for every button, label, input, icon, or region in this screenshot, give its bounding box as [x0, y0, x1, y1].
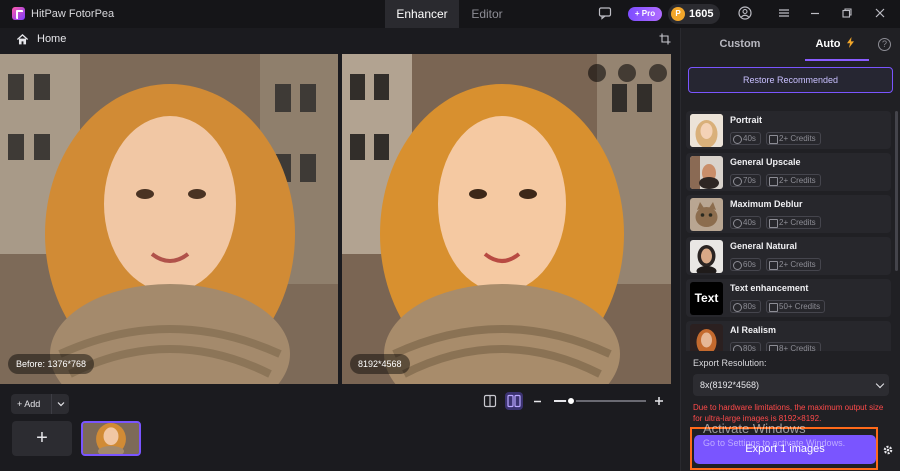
- lightning-icon: [846, 37, 854, 48]
- bottom-toolbar: + Add +: [0, 385, 680, 471]
- zoom-out-icon[interactable]: [533, 397, 542, 406]
- add-image-slot[interactable]: +: [12, 421, 72, 456]
- model-card-text-enhancement[interactable]: Text Text enhancement 80s 50+ Credits: [686, 279, 891, 317]
- text-thumbnail: Text: [690, 282, 723, 315]
- help-icon[interactable]: ?: [878, 38, 891, 51]
- add-button[interactable]: + Add: [11, 394, 69, 414]
- model-card-portrait[interactable]: Portrait 40s 2+ Credits: [686, 111, 891, 149]
- settings-sidebar: Custom Auto ? Restore Recommended Portra…: [680, 28, 900, 471]
- model-card-maximum-deblur[interactable]: Maximum Deblur 40s 2+ Credits: [686, 195, 891, 233]
- add-label: + Add: [17, 399, 41, 409]
- time-chip: 40s: [730, 132, 761, 145]
- thumbnail-photo: [83, 423, 139, 454]
- before-size-label: Before: 1376*768: [8, 354, 95, 374]
- model-card-general-upscale[interactable]: General Upscale 70s 2+ Credits: [686, 153, 891, 191]
- model-name: General Natural: [730, 241, 798, 251]
- resolution-select[interactable]: 8x(8192*4568): [693, 374, 889, 396]
- model-card-ai-realism[interactable]: AI Realism 80s 8+ Credits: [686, 321, 891, 351]
- model-name: AI Realism: [730, 325, 777, 335]
- upscale-thumbnail: [690, 156, 723, 189]
- zoom-slider[interactable]: [554, 396, 646, 406]
- portrait-photo-before: [0, 54, 338, 384]
- tab-auto-label: Auto: [815, 38, 841, 50]
- image-thumbnail[interactable]: [81, 421, 141, 456]
- model-name: General Upscale: [730, 157, 801, 167]
- credits-chip: 50+ Credits: [766, 300, 826, 313]
- before-image[interactable]: Before: 1376*768: [0, 54, 338, 384]
- pro-badge[interactable]: + Pro: [628, 7, 662, 21]
- after-size-label: 8192*4568: [350, 354, 410, 374]
- tab-custom[interactable]: Custom: [681, 28, 799, 61]
- credits-chip: 2+ Credits: [766, 258, 821, 271]
- tab-editor[interactable]: Editor: [459, 0, 515, 28]
- tab-enhancer[interactable]: Enhancer: [385, 0, 459, 28]
- credits-badge[interactable]: P 1605: [668, 4, 720, 24]
- thumbs-up-icon[interactable]: [588, 64, 606, 82]
- crop-icon[interactable]: [659, 33, 671, 45]
- credits-chip: 2+ Credits: [766, 216, 821, 229]
- credits-chip: 2+ Credits: [766, 132, 821, 145]
- user-icon[interactable]: [738, 6, 752, 20]
- gear-icon[interactable]: [882, 444, 894, 456]
- credits-chip: 8+ Credits: [766, 342, 821, 351]
- zoom-icon[interactable]: [649, 64, 667, 82]
- tab-auto[interactable]: Auto: [799, 28, 871, 61]
- time-chip: 70s: [730, 174, 761, 187]
- resolution-value: 8x(8192*4568): [700, 380, 760, 390]
- time-chip: 80s: [730, 342, 761, 351]
- model-name: Maximum Deblur: [730, 199, 803, 209]
- close-icon[interactable]: [873, 6, 887, 20]
- portrait-thumbnail: [690, 114, 723, 147]
- restore-recommended-button[interactable]: Restore Recommended: [688, 67, 893, 93]
- app-logo-icon: [12, 7, 25, 20]
- minimize-icon[interactable]: [808, 6, 822, 20]
- chat-icon[interactable]: [598, 6, 612, 20]
- add-dropdown[interactable]: [51, 394, 69, 414]
- thumbs-down-icon[interactable]: [618, 64, 636, 82]
- credits-count: 1605: [689, 8, 714, 20]
- natural-thumbnail: [690, 240, 723, 273]
- model-name: Text enhancement: [730, 283, 809, 293]
- home-icon[interactable]: [16, 33, 29, 46]
- credits-chip: 2+ Credits: [766, 174, 821, 187]
- zoom-in-icon[interactable]: [654, 396, 664, 406]
- tab-underline: [805, 59, 869, 61]
- chevron-down-icon: [875, 379, 885, 389]
- title-bar: HitPaw FotorPea Enhancer Editor + Pro P …: [0, 0, 900, 28]
- home-link[interactable]: Home: [37, 33, 66, 45]
- model-card-general-natural[interactable]: General Natural 60s 2+ Credits: [686, 237, 891, 275]
- realism-thumbnail: [690, 324, 723, 351]
- after-image[interactable]: 8192*4568: [342, 54, 671, 384]
- time-chip: 80s: [730, 300, 761, 313]
- split-view-icon: [507, 394, 521, 408]
- export-resolution-label: Export Resolution:: [693, 358, 767, 368]
- single-view-icon[interactable]: [481, 392, 499, 410]
- model-list: Portrait 40s 2+ Credits General Upscale …: [686, 111, 896, 351]
- portrait-photo-after: [342, 54, 671, 384]
- time-chip: 60s: [730, 258, 761, 271]
- time-chip: 40s: [730, 216, 761, 229]
- model-name: Portrait: [730, 115, 763, 125]
- split-view-button[interactable]: [505, 392, 523, 410]
- chevron-down-icon: [57, 402, 65, 407]
- zoom-slider-handle[interactable]: [565, 396, 576, 406]
- activate-windows-hint: Go to Settings to activate Windows.: [703, 438, 846, 448]
- activate-windows-watermark: Activate Windows: [703, 421, 806, 436]
- app-name: HitPaw FotorPea: [31, 8, 115, 20]
- cat-thumbnail: [690, 198, 723, 231]
- menu-icon[interactable]: [777, 6, 791, 20]
- restore-window-icon[interactable]: [840, 6, 854, 20]
- home-bar: Home: [0, 28, 680, 52]
- coin-icon: P: [671, 7, 685, 21]
- model-list-scrollbar[interactable]: [895, 111, 898, 271]
